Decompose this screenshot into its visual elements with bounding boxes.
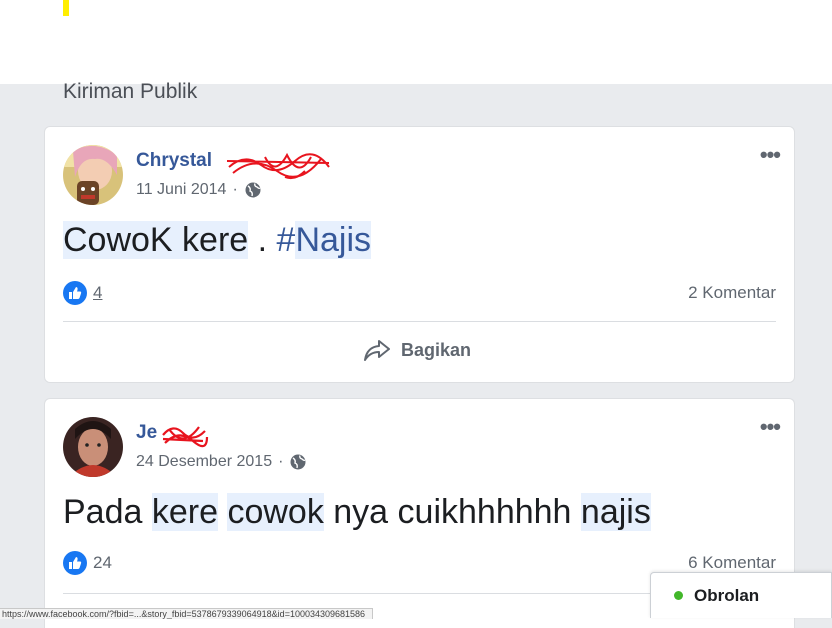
hashtag-link[interactable]: Najis [295,221,372,259]
online-status-icon [674,591,683,600]
globe-icon [244,181,262,199]
redaction-scribble [226,152,330,180]
chat-bar[interactable]: Obrolan [650,572,832,618]
post-text: CowoK kere . #Najis [63,221,372,260]
section-title: Kiriman Publik [63,80,198,103]
comment-count[interactable]: 6 Komentar [688,553,776,573]
post-meta: 11 Juni 2014 · [136,181,262,199]
post-text-part: nya cuikhhhhhh [323,493,581,531]
post-text-part: kere [151,493,218,531]
post-date[interactable]: 24 Desember 2015 [136,453,272,471]
comment-count[interactable]: 2 Komentar [688,283,776,303]
reaction-count[interactable]: 4 [93,283,102,303]
hashtag-symbol[interactable]: # [277,221,296,259]
avatar[interactable] [63,417,123,477]
post-text-part: Pada [63,493,152,531]
post-meta: 24 Desember 2015 · [136,453,307,471]
post-date[interactable]: 11 Juni 2014 [136,181,226,199]
post-text-part: cowok [227,493,324,531]
meta-separator: · [278,453,284,470]
post-text: Pada kere cowok nya cuikhhhhhh najis [63,493,651,532]
top-bar [0,0,832,84]
share-button[interactable]: Bagikan [363,338,471,362]
post-text-part: . [248,221,277,259]
status-bar-url: https://www.facebook.com/?fbid=...&story… [0,608,373,619]
like-icon [63,551,87,575]
divider [63,321,776,322]
post-card: Chrystal 11 Juni 2014 · ••• CowoK kere .… [44,126,795,383]
more-options-icon[interactable]: ••• [760,144,781,166]
author-name[interactable]: Je [136,422,157,444]
avatar[interactable] [63,145,123,205]
more-options-icon[interactable]: ••• [760,416,781,438]
meta-separator: · [232,181,238,198]
reactions[interactable]: 4 [63,279,102,307]
post-text-part: najis [580,493,651,531]
reaction-count[interactable]: 24 [93,553,112,573]
share-label: Bagikan [401,339,472,360]
share-icon [364,340,390,361]
post-text-part: CowoK kere [63,221,249,259]
reactions[interactable]: 24 [63,549,112,577]
author-name[interactable]: Chrystal [136,150,212,172]
highlight-mark [63,0,69,16]
redaction-scribble [162,426,209,448]
like-icon [63,281,87,305]
globe-icon [289,453,307,471]
chat-label: Obrolan [694,585,760,605]
